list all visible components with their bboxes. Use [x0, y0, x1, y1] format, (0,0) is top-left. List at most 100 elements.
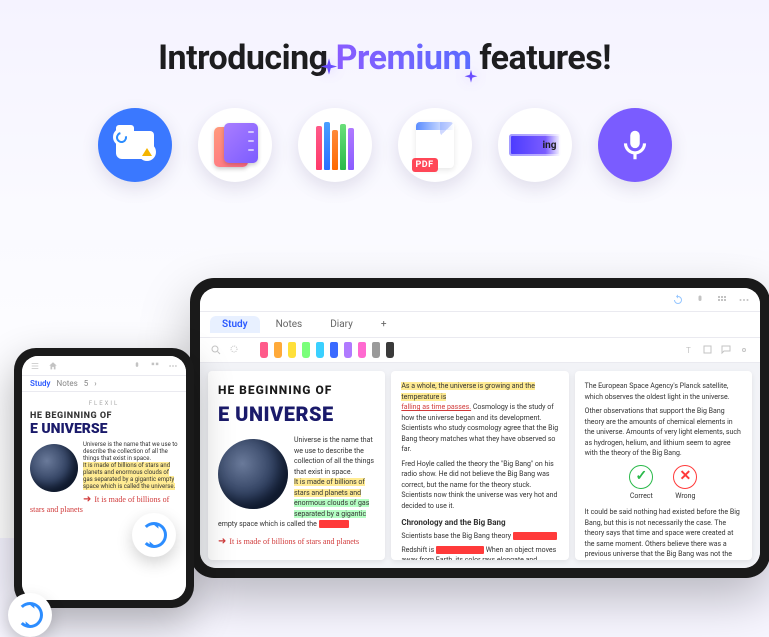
- grid-icon[interactable]: [716, 294, 728, 306]
- headline-highlight: Premium: [336, 38, 472, 78]
- doc-highlight: It is made of billions of stars and plan…: [294, 478, 365, 497]
- highlighter[interactable]: [288, 342, 296, 358]
- mic-icon[interactable]: [132, 361, 142, 371]
- doc-text: Redshift is: [401, 546, 436, 554]
- correct-label: Correct: [630, 491, 653, 502]
- highlighter[interactable]: [372, 342, 380, 358]
- mic-icon[interactable]: [694, 294, 706, 306]
- highlighter[interactable]: [260, 342, 268, 358]
- headline-post: features!: [471, 38, 610, 78]
- redact-shape: ing: [509, 134, 561, 156]
- phone-doc[interactable]: FLEXIL HE BEGINNING OF E UNIVERSE Univer…: [22, 392, 186, 600]
- wrong-icon[interactable]: ✕: [673, 465, 697, 489]
- folder-shape: [116, 131, 154, 159]
- page-title: Introducing Premium features!: [0, 38, 769, 78]
- pens-shape: [316, 120, 354, 170]
- doc-highlight: As a whole, the universe is growing and …: [401, 382, 535, 401]
- handwritten-note: ➜It is made of billions of stars and pla…: [218, 534, 375, 549]
- doc-text: The European Space Agency's Planck satel…: [585, 381, 742, 402]
- correct-icon[interactable]: ✓: [629, 465, 653, 489]
- more-icon[interactable]: [738, 294, 750, 306]
- phone-topbar: [22, 356, 186, 376]
- phone-tabs: Study Notes 5 ›: [22, 376, 186, 392]
- doc-shape: PDF: [416, 122, 454, 168]
- pdf-badge: PDF: [412, 158, 438, 172]
- highlighter[interactable]: [386, 342, 394, 358]
- svg-text:T: T: [686, 346, 691, 355]
- tab-diary[interactable]: Diary: [318, 316, 365, 333]
- notebooks-icon[interactable]: [198, 108, 272, 182]
- home-icon[interactable]: [48, 361, 58, 371]
- highlighter[interactable]: [302, 342, 310, 358]
- pens-icon[interactable]: [298, 108, 372, 182]
- doc-text: Scientists base the Big Bang theory: [401, 532, 513, 540]
- tab-notes[interactable]: Notes: [264, 316, 315, 333]
- highlighter[interactable]: [274, 342, 282, 358]
- doc-title: E UNIVERSE: [218, 399, 375, 429]
- doc-page-right[interactable]: The European Space Agency's Planck satel…: [575, 371, 752, 560]
- sparkle-icon: [315, 56, 343, 88]
- tab-study[interactable]: Study: [30, 379, 51, 388]
- phone-mockup: Study Notes 5 › FLEXIL HE BEGINNING OF E…: [14, 348, 194, 608]
- redact-text: ing: [543, 140, 557, 151]
- search-icon[interactable]: [210, 344, 222, 356]
- highlighter[interactable]: [316, 342, 324, 358]
- doc-page-left[interactable]: HE BEGINNING OF E UNIVERSE Universe is t…: [208, 371, 385, 560]
- doc-text: Fred Hoyle called the theory the "Big Ba…: [401, 460, 557, 510]
- chevron-right-icon[interactable]: ›: [94, 379, 96, 388]
- planet-image: [30, 444, 78, 492]
- doc-kicker: HE BEGINNING OF: [218, 381, 375, 399]
- menu-icon[interactable]: [30, 361, 40, 371]
- chat-icon[interactable]: [720, 344, 732, 356]
- redact-box: [319, 520, 349, 528]
- phone-screen: Study Notes 5 › FLEXIL HE BEGINNING OF E…: [22, 356, 186, 600]
- tablet-doc-area: HE BEGINNING OF E UNIVERSE Universe is t…: [200, 363, 760, 568]
- device-mockups: Study Notes Diary + T: [0, 278, 769, 578]
- cloud-folder-icon[interactable]: [98, 108, 172, 182]
- section-heading: Chronology and the Big Bang: [401, 517, 558, 529]
- doc-page-mid[interactable]: As a whole, the universe is growing and …: [391, 371, 568, 560]
- doc-text: empty space which is called the: [218, 520, 319, 528]
- doc-highlight: enormous clouds of gas separated by a gi…: [294, 499, 369, 518]
- tab-count: 5: [84, 379, 89, 388]
- highlighter[interactable]: [344, 342, 352, 358]
- handwritten-note: ➜It is made of billions of stars and pla…: [30, 494, 178, 514]
- grid-icon[interactable]: [150, 361, 160, 371]
- gdrive-icon: [138, 143, 156, 161]
- mic-svg: [616, 126, 654, 164]
- tablet-mockup: Study Notes Diary + T: [190, 278, 769, 578]
- doc-underline: falling as time passes.: [401, 403, 471, 411]
- doc-text: It could be said nothing had existed bef…: [585, 507, 742, 560]
- text-icon[interactable]: T: [684, 344, 696, 356]
- planet-image: [218, 439, 288, 509]
- mic-icon[interactable]: [598, 108, 672, 182]
- more-icon[interactable]: [168, 361, 178, 371]
- sync-icon[interactable]: [672, 294, 684, 306]
- tablet-screen: Study Notes Diary + T: [200, 288, 760, 568]
- wrong-label: Wrong: [675, 491, 695, 502]
- doc-text: Other observations that support the Big …: [585, 406, 742, 459]
- sparkle-icon: [460, 68, 482, 94]
- brand: FLEXIL: [30, 400, 178, 407]
- books-shape: [214, 123, 256, 167]
- sync-mini-icon: [113, 128, 131, 146]
- redact-icon[interactable]: ing: [498, 108, 572, 182]
- tablet-topbar: [200, 288, 760, 312]
- shapes-icon[interactable]: [702, 344, 714, 356]
- sync-badge-icon: [8, 593, 52, 637]
- pdf-doc-icon[interactable]: PDF: [398, 108, 472, 182]
- check-row: ✓ Correct ✕ Wrong: [585, 465, 742, 502]
- doc-title: E UNIVERSE: [30, 421, 178, 437]
- tab-study[interactable]: Study: [210, 316, 260, 333]
- tab-notes[interactable]: Notes: [57, 379, 78, 388]
- lasso-icon[interactable]: [228, 344, 240, 356]
- settings-icon[interactable]: [738, 344, 750, 356]
- highlighter[interactable]: [330, 342, 338, 358]
- highlighter[interactable]: [358, 342, 366, 358]
- redact-box: [513, 532, 557, 540]
- tablet-toolbar: T: [200, 338, 760, 363]
- headline-pre: Introducing: [158, 38, 335, 78]
- sync-badge-icon: [132, 513, 176, 557]
- tablet-tabs: Study Notes Diary +: [200, 312, 760, 338]
- tab-add[interactable]: +: [369, 316, 399, 333]
